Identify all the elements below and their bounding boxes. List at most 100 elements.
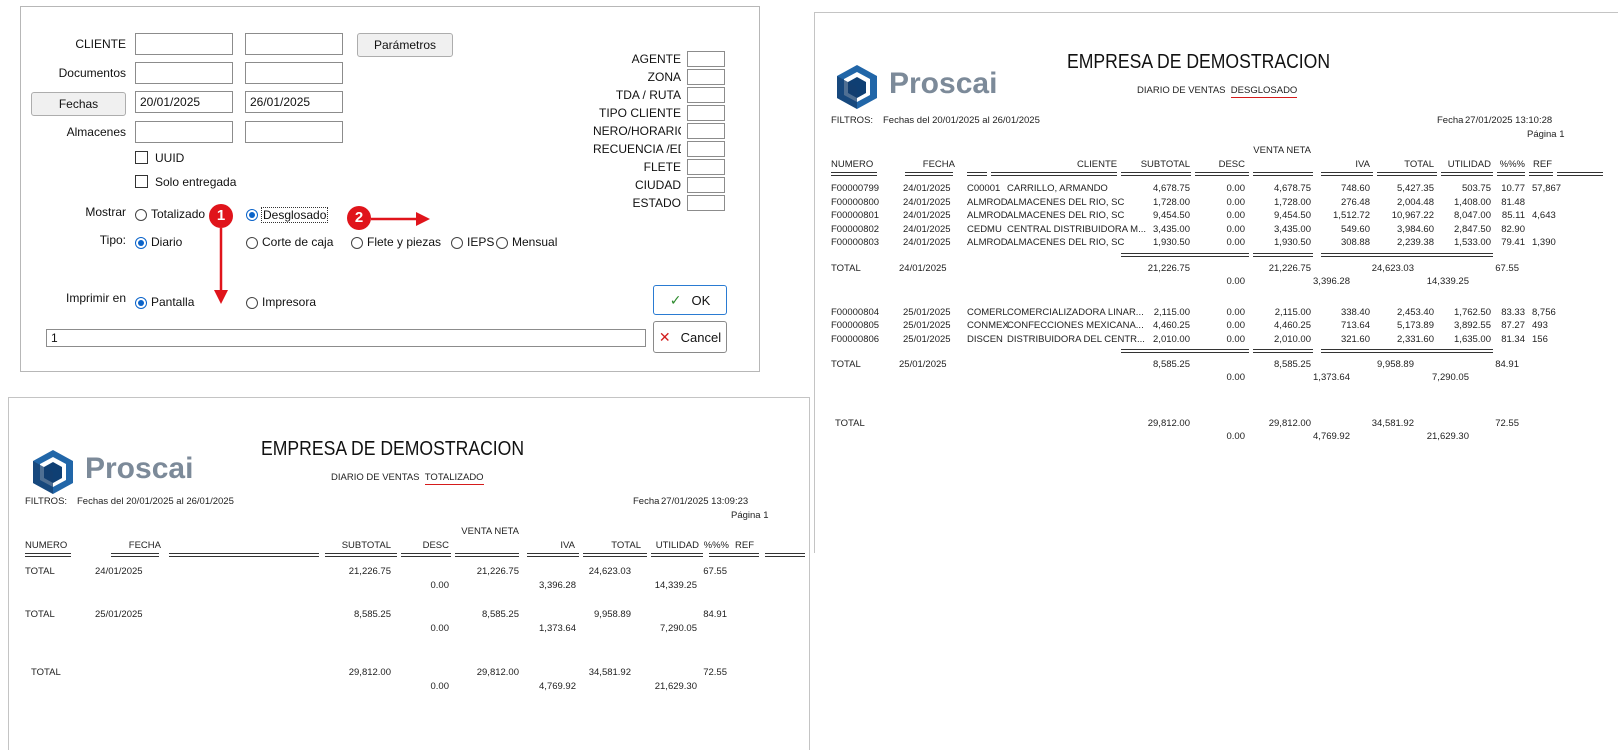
row-venta-neta: 9,454.50 xyxy=(1274,210,1311,221)
row-desc: 0.00 xyxy=(1226,196,1246,208)
grand-total-utilidad: 21,629.30 xyxy=(1426,431,1469,442)
row-pct: 81.48 xyxy=(1501,196,1525,208)
total-desc: 0.00 xyxy=(430,681,450,692)
row-cliente-name: ALMACENES DEL RIO, SC xyxy=(1007,210,1125,221)
row-total: 2,004.48 xyxy=(1397,196,1434,208)
row-fecha: 25/01/2025 xyxy=(903,333,951,345)
arrow-2-head-icon xyxy=(416,212,430,226)
row-cliente-code: ALMROD xyxy=(967,237,1008,248)
header-venta-neta: VENTA NETA xyxy=(1253,145,1311,156)
row-ref: 156 xyxy=(1532,333,1548,345)
separator-line xyxy=(1121,349,1249,353)
row-fecha: 24/01/2025 xyxy=(903,223,951,235)
row-fecha: 25/01/2025 xyxy=(903,320,951,331)
row-numero: F00000806 xyxy=(831,333,880,345)
total-pct: 67.55 xyxy=(703,566,727,577)
row-desc: 0.00 xyxy=(1226,306,1246,318)
row-subtotal: 2,010.00 xyxy=(1153,333,1190,345)
separator-line xyxy=(527,553,579,557)
report-totalizado: Proscai EMPRESA DE DEMOSTRACION DIARIO D… xyxy=(8,397,810,750)
row-numero: F00000804 xyxy=(831,306,880,318)
header-numero: NUMERO xyxy=(831,159,874,170)
separator-line xyxy=(25,553,71,557)
row-pct: 83.33 xyxy=(1501,306,1525,318)
total-venta-neta: 21,226.75 xyxy=(476,566,519,577)
header-numero: NUMERO xyxy=(25,540,68,551)
row-utilidad: 2,847.50 xyxy=(1454,223,1491,235)
row-subtotal: 9,454.50 xyxy=(1153,210,1190,221)
row-utilidad: 8,047.00 xyxy=(1454,210,1491,221)
row-fecha: 24/01/2025 xyxy=(903,183,951,194)
total-iva: 4,769.92 xyxy=(539,681,576,692)
row-desc: 0.00 xyxy=(1226,320,1246,331)
grand-total-total: 34,581.92 xyxy=(1371,418,1414,429)
row-iva: 276.48 xyxy=(1340,196,1370,208)
row-total: 2,331.60 xyxy=(1397,333,1434,345)
row-cliente-code: CONMEX xyxy=(967,320,1009,331)
header-total: TOTAL xyxy=(611,540,641,551)
separator-line xyxy=(111,553,159,557)
group-total-utilidad: 7,290.05 xyxy=(1432,372,1469,383)
group-total-subtotal: 21,226.75 xyxy=(1147,262,1190,274)
header-cliente: CLIENTE xyxy=(1077,159,1118,170)
total-label: TOTAL xyxy=(25,609,55,620)
row-desc: 0.00 xyxy=(1226,183,1246,194)
separator-line xyxy=(1321,172,1373,176)
row-numero: F00000800 xyxy=(831,196,880,208)
row-ref: 493 xyxy=(1532,320,1548,331)
separator-line xyxy=(991,172,1117,176)
row-venta-neta: 4,460.25 xyxy=(1274,320,1311,331)
row-utilidad: 3,892.55 xyxy=(1454,320,1491,331)
header-pct: %%% xyxy=(1499,159,1525,170)
row-numero: F00000805 xyxy=(831,320,880,331)
separator-line xyxy=(765,553,805,557)
row-cliente-code: C00001 xyxy=(967,183,1001,194)
separator-line xyxy=(1441,172,1493,176)
total-fecha: 25/01/2025 xyxy=(95,609,143,620)
group-total-fecha: 25/01/2025 xyxy=(899,359,947,370)
total-utilidad: 21,629.30 xyxy=(654,681,697,692)
header-desc: DESC xyxy=(1218,159,1245,170)
row-pct: 85.11 xyxy=(1501,210,1525,221)
total-venta-neta: 29,812.00 xyxy=(476,667,519,678)
separator-line xyxy=(1253,172,1313,176)
separator-line xyxy=(735,553,759,557)
row-venta-neta: 2,010.00 xyxy=(1274,333,1311,345)
row-numero: F00000801 xyxy=(831,210,880,221)
header-subtotal: SUBTOTAL xyxy=(1140,159,1190,170)
separator-line xyxy=(1321,349,1493,353)
row-numero: F00000802 xyxy=(831,223,880,235)
row-iva: 549.60 xyxy=(1340,223,1370,235)
total-fecha: 24/01/2025 xyxy=(95,566,143,577)
row-utilidad: 1,533.00 xyxy=(1454,237,1491,248)
row-cliente-name: CARRILLO, ARMANDO xyxy=(1007,183,1108,194)
row-cliente-code: ALMROD xyxy=(967,196,1008,208)
row-venta-neta: 1,930.50 xyxy=(1274,237,1311,248)
report-table: NUMERO FECHA CLIENTE SUBTOTAL DESC VENTA NETA… xyxy=(815,13,1618,553)
row-pct: 81.34 xyxy=(1501,333,1525,345)
row-utilidad: 503.75 xyxy=(1461,183,1491,194)
separator-line xyxy=(583,553,647,557)
total-pct: 72.55 xyxy=(703,667,727,678)
row-total: 5,427.35 xyxy=(1397,183,1434,194)
separator-line xyxy=(1321,252,1493,257)
row-ref: 4,643 xyxy=(1532,210,1556,221)
separator-line xyxy=(831,172,877,176)
grand-total-iva: 4,769.92 xyxy=(1313,431,1350,442)
separator-line xyxy=(401,553,451,557)
row-pct: 82.90 xyxy=(1501,223,1525,235)
row-desc: 0.00 xyxy=(1226,237,1246,248)
group-total-venta-neta: 8,585.25 xyxy=(1274,359,1311,370)
row-subtotal: 3,435.00 xyxy=(1153,223,1190,235)
group-total-desc: 0.00 xyxy=(1226,372,1246,383)
header-iva: IVA xyxy=(560,540,575,551)
row-subtotal: 4,678.75 xyxy=(1153,183,1190,194)
row-subtotal: 4,460.25 xyxy=(1153,320,1190,331)
total-label: TOTAL xyxy=(31,667,61,678)
group-total-iva: 3,396.28 xyxy=(1313,275,1350,287)
row-desc: 0.00 xyxy=(1226,333,1246,345)
row-total: 2,239.38 xyxy=(1397,237,1434,248)
row-iva: 713.64 xyxy=(1340,320,1370,331)
grand-total-venta-neta: 29,812.00 xyxy=(1268,418,1311,429)
row-ref: 8,756 xyxy=(1532,306,1556,318)
